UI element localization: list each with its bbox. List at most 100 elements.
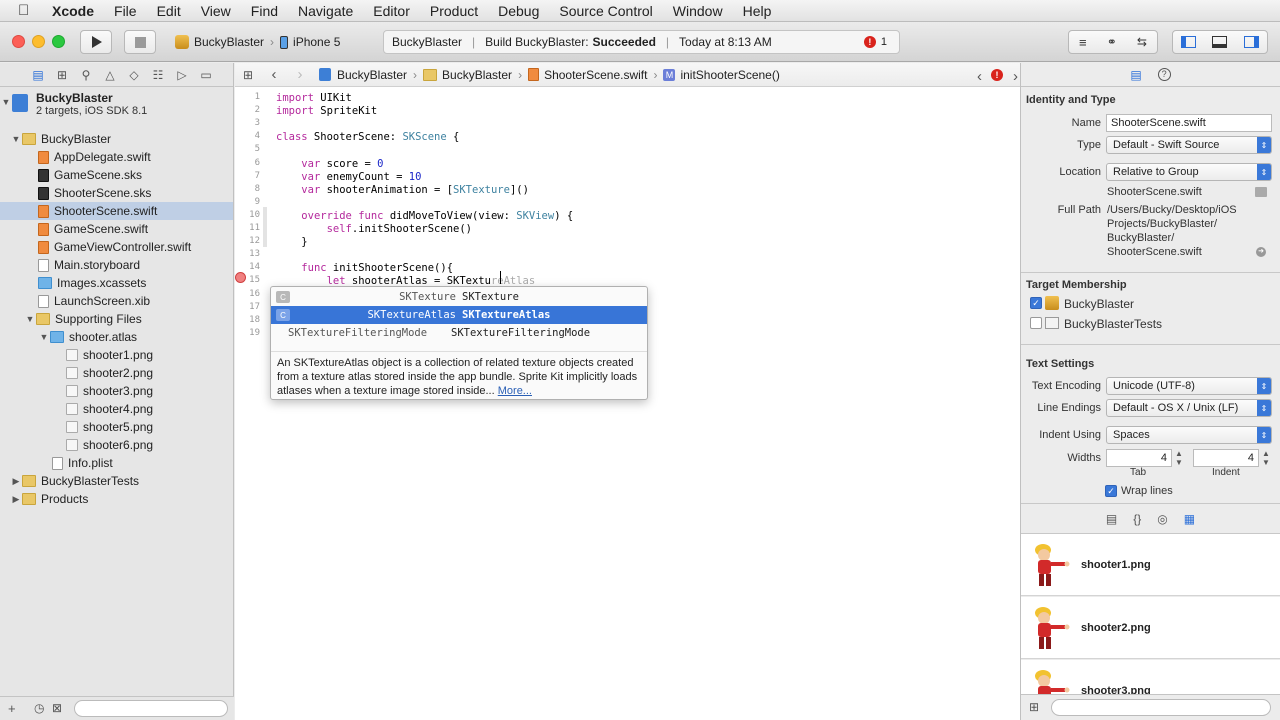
tab-width-field[interactable]: 4 xyxy=(1106,449,1172,467)
more-link[interactable]: More... xyxy=(498,385,532,397)
menu-app[interactable]: Xcode xyxy=(40,3,104,19)
filter-field[interactable] xyxy=(74,700,228,717)
nav-item[interactable]: ▶ BuckyBlasterTests xyxy=(0,472,233,490)
disclosure-closed-icon[interactable]: ▶ xyxy=(10,476,22,487)
nav-item[interactable]: ShooterScene.swift xyxy=(0,202,233,220)
menu-window[interactable]: Window xyxy=(663,3,733,19)
location-select[interactable]: Relative to Group ⇕ xyxy=(1106,163,1272,181)
test-icon[interactable]: ◇ xyxy=(122,68,146,82)
nav-item[interactable]: shooter2.png xyxy=(0,364,233,382)
standard-editor-icon[interactable]: ≡ xyxy=(1079,35,1087,50)
debug-icon[interactable]: ☷ xyxy=(146,68,170,82)
nav-item[interactable]: AppDelegate.swift xyxy=(0,148,233,166)
breakpoint-icon[interactable]: ▷ xyxy=(170,68,194,82)
source-control-filter-icon[interactable]: ⊠ xyxy=(52,701,62,715)
menu-edit[interactable]: Edit xyxy=(147,3,191,19)
previous-issue-button[interactable]: ‹ xyxy=(977,68,982,85)
nav-item[interactable]: ▶ Products xyxy=(0,490,233,508)
run-button[interactable] xyxy=(80,30,112,54)
search-icon[interactable]: ⚲ xyxy=(74,68,98,82)
back-button[interactable]: ‹ xyxy=(261,66,287,83)
disclosure-open-icon[interactable]: ▼ xyxy=(24,314,36,324)
menu-source-control[interactable]: Source Control xyxy=(549,3,662,19)
grid-view-icon[interactable]: ⊞ xyxy=(1029,700,1039,714)
disclosure-open-icon[interactable]: ▼ xyxy=(10,134,22,144)
file-inspector-icon[interactable]: ▤ xyxy=(1130,68,1141,82)
minimize-window-button[interactable] xyxy=(32,35,45,48)
completion-item[interactable]: C SKTextureAtlas SKTextureAtlas xyxy=(271,306,647,324)
issue-indicator-icon[interactable]: ! xyxy=(991,69,1003,81)
target-checkbox-tests[interactable] xyxy=(1030,317,1042,329)
library-item[interactable]: shooter3.png xyxy=(1021,660,1280,694)
type-select[interactable]: Default - Swift Source ⇕ xyxy=(1106,136,1272,154)
nav-item[interactable]: GameViewController.swift xyxy=(0,238,233,256)
encoding-select[interactable]: Unicode (UTF-8) ⇕ xyxy=(1106,377,1272,395)
menu-view[interactable]: View xyxy=(191,3,241,19)
completion-item[interactable]: SKTextureFilteringMode SKTextureFiltering… xyxy=(271,324,647,342)
add-icon[interactable]: + xyxy=(8,701,16,716)
library-filter-field[interactable] xyxy=(1051,699,1271,716)
completion-item[interactable]: C SKTexture SKTexture xyxy=(271,288,647,306)
nav-item[interactable]: GameScene.swift xyxy=(0,220,233,238)
jump-project[interactable]: BuckyBlaster xyxy=(337,68,407,82)
wrap-lines-checkbox[interactable]: ✓ xyxy=(1105,485,1117,497)
next-issue-button[interactable]: › xyxy=(1013,68,1018,85)
indent-width-field[interactable]: 4 xyxy=(1193,449,1259,467)
nav-item[interactable]: shooter4.png xyxy=(0,400,233,418)
library-item[interactable]: shooter1.png xyxy=(1021,534,1280,596)
folder-icon[interactable]: ▤ xyxy=(26,68,50,82)
indent-width-stepper[interactable]: ▲ ▼ xyxy=(1261,449,1271,467)
scheme-selector[interactable]: BuckyBlaster › iPhone 5 xyxy=(170,30,340,54)
name-field[interactable]: ShooterScene.swift xyxy=(1106,114,1272,132)
media-library-icon[interactable]: ▦ xyxy=(1184,512,1195,526)
recent-files-icon[interactable]: ◷ xyxy=(34,701,44,715)
nav-item[interactable]: ▼ BuckyBlaster xyxy=(0,130,233,148)
indent-using-select[interactable]: Spaces ⇕ xyxy=(1106,426,1272,444)
nav-item[interactable]: ▼ shooter.atlas xyxy=(0,328,233,346)
nav-item[interactable]: shooter3.png xyxy=(0,382,233,400)
menu-file[interactable]: File xyxy=(104,3,147,19)
menu-find[interactable]: Find xyxy=(241,3,288,19)
nav-item[interactable]: Images.xcassets xyxy=(0,274,233,292)
jump-file[interactable]: ShooterScene.swift xyxy=(544,68,647,82)
nav-item[interactable]: ShooterScene.sks xyxy=(0,184,233,202)
code-snippet-library-icon[interactable]: {} xyxy=(1133,512,1141,526)
zoom-window-button[interactable] xyxy=(52,35,65,48)
view-toggle-control[interactable] xyxy=(1172,30,1268,54)
nav-item[interactable]: Info.plist xyxy=(0,454,233,472)
library-item[interactable]: shooter2.png xyxy=(1021,597,1280,659)
line-endings-select[interactable]: Default - OS X / Unix (LF) ⇕ xyxy=(1106,399,1272,417)
project-root[interactable]: ▼ BuckyBlaster 2 targets, iOS SDK 8.1 xyxy=(0,91,233,121)
report-icon[interactable]: ▭ xyxy=(194,68,218,82)
error-badge[interactable]: ! 1 xyxy=(863,36,887,48)
tab-width-stepper[interactable]: ▲ ▼ xyxy=(1174,449,1184,467)
nav-item[interactable]: shooter6.png xyxy=(0,436,233,454)
utilities-toggle-icon[interactable] xyxy=(1243,36,1259,48)
disclosure-closed-icon[interactable]: ▶ xyxy=(10,494,22,505)
nav-item[interactable]: LaunchScreen.xib xyxy=(0,292,233,310)
nav-item[interactable]: ▼ Supporting Files xyxy=(0,310,233,328)
nav-item[interactable]: Main.storyboard xyxy=(0,256,233,274)
version-editor-icon[interactable]: ⇆ xyxy=(1137,35,1147,49)
assistant-editor-icon[interactable]: ⚭ xyxy=(1107,35,1117,49)
jump-group[interactable]: BuckyBlaster xyxy=(442,68,512,82)
menu-product[interactable]: Product xyxy=(420,3,488,19)
disclosure-open-icon[interactable]: ▼ xyxy=(38,332,50,342)
related-items-icon[interactable]: ⊞ xyxy=(235,68,261,82)
menu-navigate[interactable]: Navigate xyxy=(288,3,363,19)
error-marker-icon[interactable] xyxy=(235,272,246,283)
disclosure-open-icon[interactable]: ▼ xyxy=(0,97,12,107)
nav-item[interactable]: shooter1.png xyxy=(0,346,233,364)
symbol-icon[interactable]: ⊞ xyxy=(50,68,74,82)
forward-button[interactable]: › xyxy=(287,66,313,83)
reveal-in-finder-icon[interactable]: ➜ xyxy=(1256,247,1266,257)
target-checkbox-buckyblaster[interactable]: ✓ xyxy=(1030,297,1042,309)
navigator-toggle-icon[interactable] xyxy=(1181,36,1197,48)
object-library-icon[interactable]: ◎ xyxy=(1157,512,1167,526)
jump-symbol[interactable]: initShooterScene() xyxy=(680,68,779,82)
file-template-library-icon[interactable]: ▤ xyxy=(1106,512,1117,526)
stop-button[interactable] xyxy=(124,30,156,54)
editor-mode-control[interactable]: ≡ ⚭ ⇆ xyxy=(1068,30,1158,54)
menu-help[interactable]: Help xyxy=(733,3,782,19)
nav-item[interactable]: GameScene.sks xyxy=(0,166,233,184)
